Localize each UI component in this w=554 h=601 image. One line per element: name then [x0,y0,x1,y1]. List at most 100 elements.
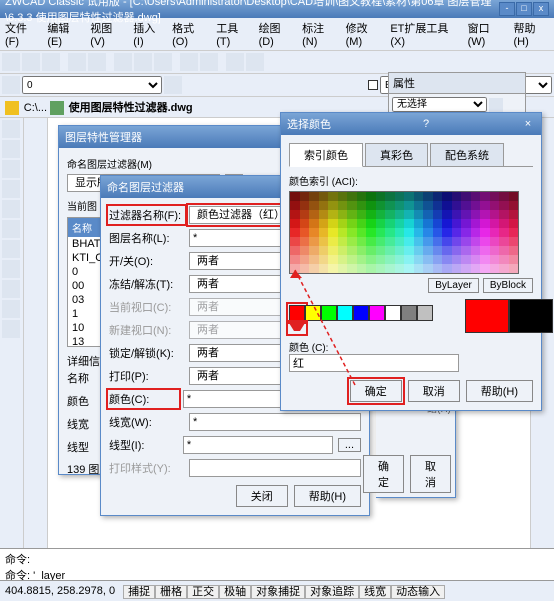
palette-swatch[interactable] [471,237,481,246]
layer-prev-icon[interactable] [164,76,182,94]
status-toggle[interactable]: 正交 [187,585,219,599]
palette-swatch[interactable] [433,246,443,255]
palette-swatch[interactable] [480,255,490,264]
palette-swatch[interactable] [423,219,433,228]
menu-modify[interactable]: 修改(M) [346,20,383,48]
menu-edit[interactable]: 编辑(E) [47,20,82,48]
std-color-swatch[interactable] [305,305,321,321]
palette-swatch[interactable] [499,192,509,201]
palette-swatch[interactable] [376,237,386,246]
palette-swatch[interactable] [452,264,462,273]
palette-swatch[interactable] [414,246,424,255]
palette-swatch[interactable] [347,255,357,264]
spline-icon[interactable] [2,260,20,278]
palette-swatch[interactable] [423,264,433,273]
palette-swatch[interactable] [490,237,500,246]
palette-swatch[interactable] [480,210,490,219]
hidden-cancel-button[interactable]: 取消 [410,455,451,493]
paste-icon[interactable] [154,53,172,71]
palette-swatch[interactable] [338,201,348,210]
palette-swatch[interactable] [357,219,367,228]
status-toggle[interactable]: 线宽 [359,585,391,599]
lt-browse-button[interactable]: ... [338,438,361,452]
palette-swatch[interactable] [376,192,386,201]
new-icon[interactable] [2,53,20,71]
palette-swatch[interactable] [461,237,471,246]
palette-swatch[interactable] [300,219,310,228]
palette-swatch[interactable] [319,219,329,228]
palette-swatch[interactable] [433,201,443,210]
palette-swatch[interactable] [376,264,386,273]
palette-swatch[interactable] [461,201,471,210]
palette-swatch[interactable] [404,246,414,255]
menu-insert[interactable]: 插入(I) [133,20,164,48]
palette-swatch[interactable] [452,228,462,237]
palette-swatch[interactable] [499,201,509,210]
color-palette[interactable] [289,191,519,274]
palette-swatch[interactable] [480,192,490,201]
palette-swatch[interactable] [319,264,329,273]
print-icon[interactable] [68,53,86,71]
palette-swatch[interactable] [338,228,348,237]
palette-swatch[interactable] [319,228,329,237]
pan-icon[interactable] [226,53,244,71]
palette-swatch[interactable] [452,246,462,255]
bylayer-button[interactable]: ByLayer [428,278,479,293]
std-color-swatch[interactable] [321,305,337,321]
palette-swatch[interactable] [414,192,424,201]
palette-swatch[interactable] [328,219,338,228]
palette-swatch[interactable] [423,255,433,264]
palette-swatch[interactable] [366,237,376,246]
preview-icon[interactable] [88,53,106,71]
palette-swatch[interactable] [499,237,509,246]
palette-swatch[interactable] [309,192,319,201]
palette-swatch[interactable] [328,255,338,264]
palette-swatch[interactable] [490,210,500,219]
palette-swatch[interactable] [499,210,509,219]
palette-swatch[interactable] [423,201,433,210]
palette-swatch[interactable] [309,210,319,219]
palette-swatch[interactable] [471,264,481,273]
minimize-button[interactable]: - [499,2,515,16]
palette-swatch[interactable] [319,255,329,264]
menu-format[interactable]: 格式(O) [172,20,208,48]
palette-swatch[interactable] [395,237,405,246]
palette-swatch[interactable] [395,201,405,210]
palette-swatch[interactable] [290,228,300,237]
menu-et[interactable]: ET扩展工具(X) [390,20,459,48]
palette-swatch[interactable] [433,237,443,246]
palette-swatch[interactable] [414,255,424,264]
palette-swatch[interactable] [480,219,490,228]
palette-swatch[interactable] [357,264,367,273]
palette-swatch[interactable] [300,255,310,264]
palette-swatch[interactable] [290,192,300,201]
palette-swatch[interactable] [499,228,509,237]
palette-swatch[interactable] [442,264,452,273]
palette-swatch[interactable] [404,192,414,201]
palette-swatch[interactable] [366,264,376,273]
palette-swatch[interactable] [290,246,300,255]
quickselect-icon[interactable] [489,98,503,112]
palette-swatch[interactable] [442,237,452,246]
palette-swatch[interactable] [423,192,433,201]
palette-swatch[interactable] [385,264,395,273]
palette-swatch[interactable] [433,264,443,273]
palette-swatch[interactable] [452,255,462,264]
palette-swatch[interactable] [319,246,329,255]
palette-swatch[interactable] [385,201,395,210]
palette-swatch[interactable] [452,210,462,219]
palette-swatch[interactable] [290,237,300,246]
palette-swatch[interactable] [357,201,367,210]
polygon-icon[interactable] [2,180,20,198]
palette-swatch[interactable] [471,201,481,210]
palette-swatch[interactable] [499,255,509,264]
palette-swatch[interactable] [471,192,481,201]
std-color-swatch[interactable] [385,305,401,321]
status-toggle[interactable]: 动态输入 [391,585,445,599]
palette-swatch[interactable] [290,210,300,219]
palette-swatch[interactable] [366,210,376,219]
palette-swatch[interactable] [309,219,319,228]
palette-swatch[interactable] [442,210,452,219]
palette-swatch[interactable] [404,201,414,210]
undo-icon[interactable] [180,53,198,71]
